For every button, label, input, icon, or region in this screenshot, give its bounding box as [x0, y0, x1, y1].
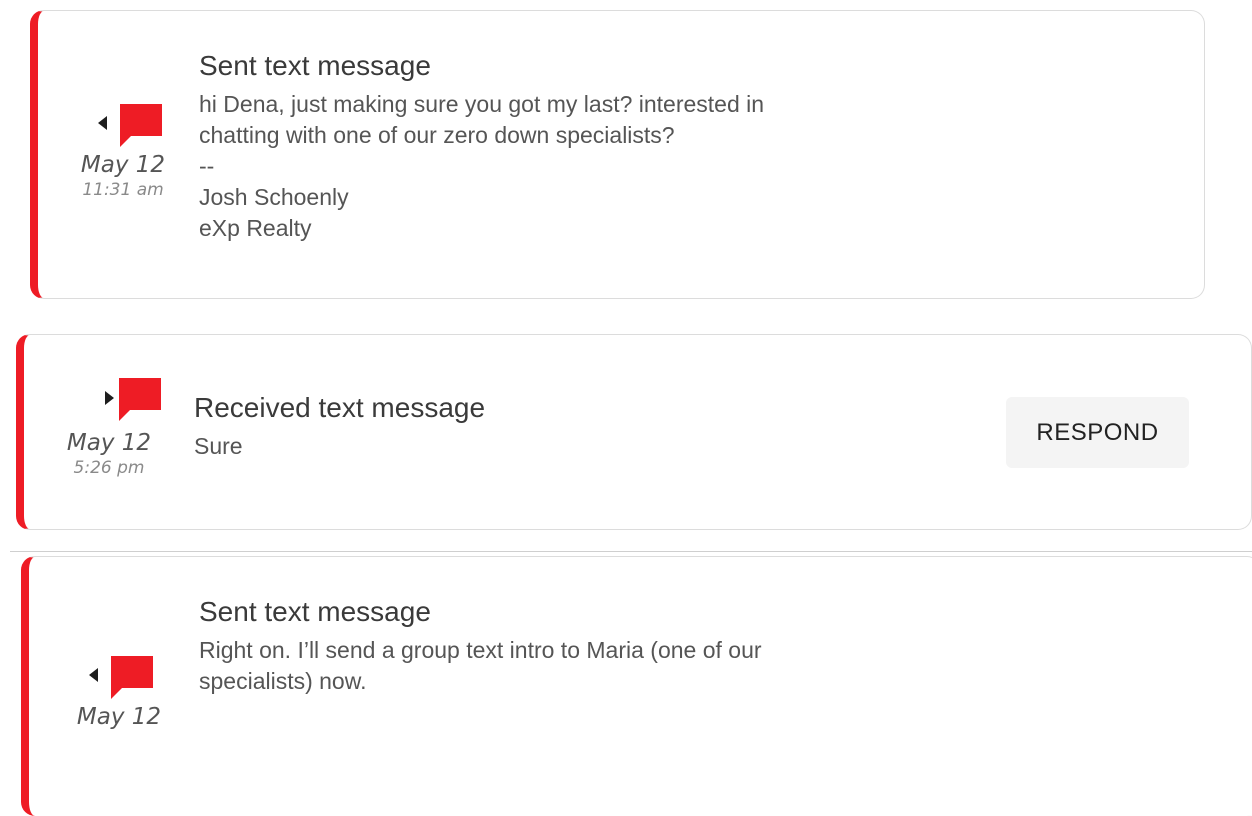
caret-right-icon — [105, 391, 114, 405]
message-card-received: May 12 5:26 pm Received text message Sur… — [16, 334, 1252, 530]
message-time: 5:26 pm — [73, 458, 145, 478]
message-body-line: hi Dena, just making sure you got my las… — [199, 91, 765, 117]
message-card-sent: May 12 11:31 am Sent text message hi Den… — [30, 10, 1205, 299]
message-date: May 12 — [76, 704, 162, 730]
message-time: 11:31 am — [82, 180, 164, 200]
message-signature-name: Josh Schoenly — [199, 184, 349, 210]
message-title: Sent text message — [199, 50, 431, 81]
message-meta: May 12 5:26 pm — [54, 371, 164, 479]
card-divider — [10, 551, 1252, 552]
message-icon-row — [64, 651, 174, 699]
caret-left-icon — [98, 116, 107, 130]
chat-bubble-icon — [111, 656, 153, 699]
message-title: Sent text message — [199, 596, 431, 627]
message-date: May 12 — [80, 152, 166, 178]
message-content: Sent text message Right on. I’ll send a … — [199, 595, 762, 697]
message-body-line: specialists) now. — [199, 668, 367, 694]
message-meta: May 12 — [64, 651, 174, 731]
caret-left-icon — [89, 668, 98, 682]
message-signature-company: eXp Realty — [199, 215, 312, 241]
chat-bubble-icon — [119, 378, 161, 421]
message-content: Received text message Sure — [194, 391, 485, 462]
message-card-sent: May 12 Sent text message Right on. I’ll … — [21, 556, 1252, 816]
message-body-line: chatting with one of our zero down speci… — [199, 122, 675, 148]
message-signature-separator: -- — [199, 153, 215, 179]
message-content: Sent text message hi Dena, just making s… — [199, 49, 764, 244]
message-body-line: Sure — [194, 433, 243, 459]
message-body-line: Right on. I’ll send a group text intro t… — [199, 637, 762, 663]
message-icon-row — [54, 371, 164, 421]
chat-bubble-icon — [120, 104, 162, 147]
message-icon-row — [68, 99, 178, 147]
message-title: Received text message — [194, 392, 486, 423]
message-meta: May 12 11:31 am — [68, 99, 178, 201]
message-date: May 12 — [66, 430, 152, 456]
respond-button[interactable]: RESPOND — [1006, 397, 1189, 468]
